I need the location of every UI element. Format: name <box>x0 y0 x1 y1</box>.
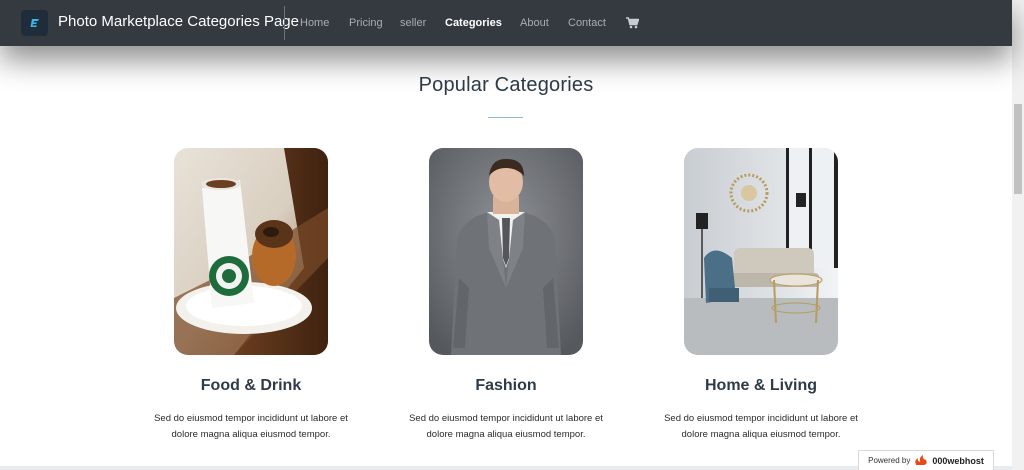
section-title: Popular Categories <box>418 74 594 96</box>
card-description-line: dolore magna aliqua eiusmod tempor. <box>681 429 841 440</box>
food-drink-image[interactable] <box>174 148 328 355</box>
card-description-line: dolore magna aliqua eiusmod tempor. <box>426 429 586 440</box>
shopping-cart-icon[interactable] <box>626 16 640 34</box>
host-name: 000webhost <box>932 455 984 466</box>
nav-link-categories[interactable]: Categories <box>445 17 502 29</box>
fashion-image[interactable] <box>429 148 583 355</box>
brand-logo-icon[interactable] <box>21 10 48 36</box>
card-title[interactable]: Fashion <box>378 377 634 395</box>
nav-link-about[interactable]: About <box>520 17 549 29</box>
card-description: Sed do eiusmod tempor incididunt ut labo… <box>378 411 634 443</box>
card-title[interactable]: Food & Drink <box>123 377 379 395</box>
card-title[interactable]: Home & Living <box>633 377 889 395</box>
flame-logo-icon <box>914 454 928 468</box>
brand-divider <box>284 6 285 40</box>
powered-by-label: Powered by <box>868 456 911 465</box>
card-description: Sed do eiusmod tempor incididunt ut labo… <box>123 411 379 443</box>
card-description-line: dolore magna aliqua eiusmod tempor. <box>171 429 331 440</box>
nav-link-home[interactable]: Home <box>300 17 329 29</box>
card-description-line: Sed do eiusmod tempor incididunt ut labo… <box>154 413 348 424</box>
brand-title[interactable]: Photo Marketplace Categories Page <box>58 13 299 31</box>
page-scrollbar[interactable] <box>1012 0 1024 470</box>
scrollbar-thumb[interactable] <box>1014 104 1022 194</box>
top-navbar: Photo Marketplace Categories Page Home P… <box>0 0 1012 46</box>
nav-link-contact[interactable]: Contact <box>568 17 606 29</box>
card-description-line: Sed do eiusmod tempor incididunt ut labo… <box>664 413 858 424</box>
powered-by-badge[interactable]: Powered by 000webhost <box>858 450 994 470</box>
card-description-line: Sed do eiusmod tempor incididunt ut labo… <box>409 413 603 424</box>
home-living-image[interactable] <box>684 148 838 355</box>
card-description: Sed do eiusmod tempor incididunt ut labo… <box>633 411 889 443</box>
nav-link-seller[interactable]: seller <box>400 17 426 29</box>
title-underline <box>488 117 523 118</box>
nav-link-pricing[interactable]: Pricing <box>349 17 383 29</box>
